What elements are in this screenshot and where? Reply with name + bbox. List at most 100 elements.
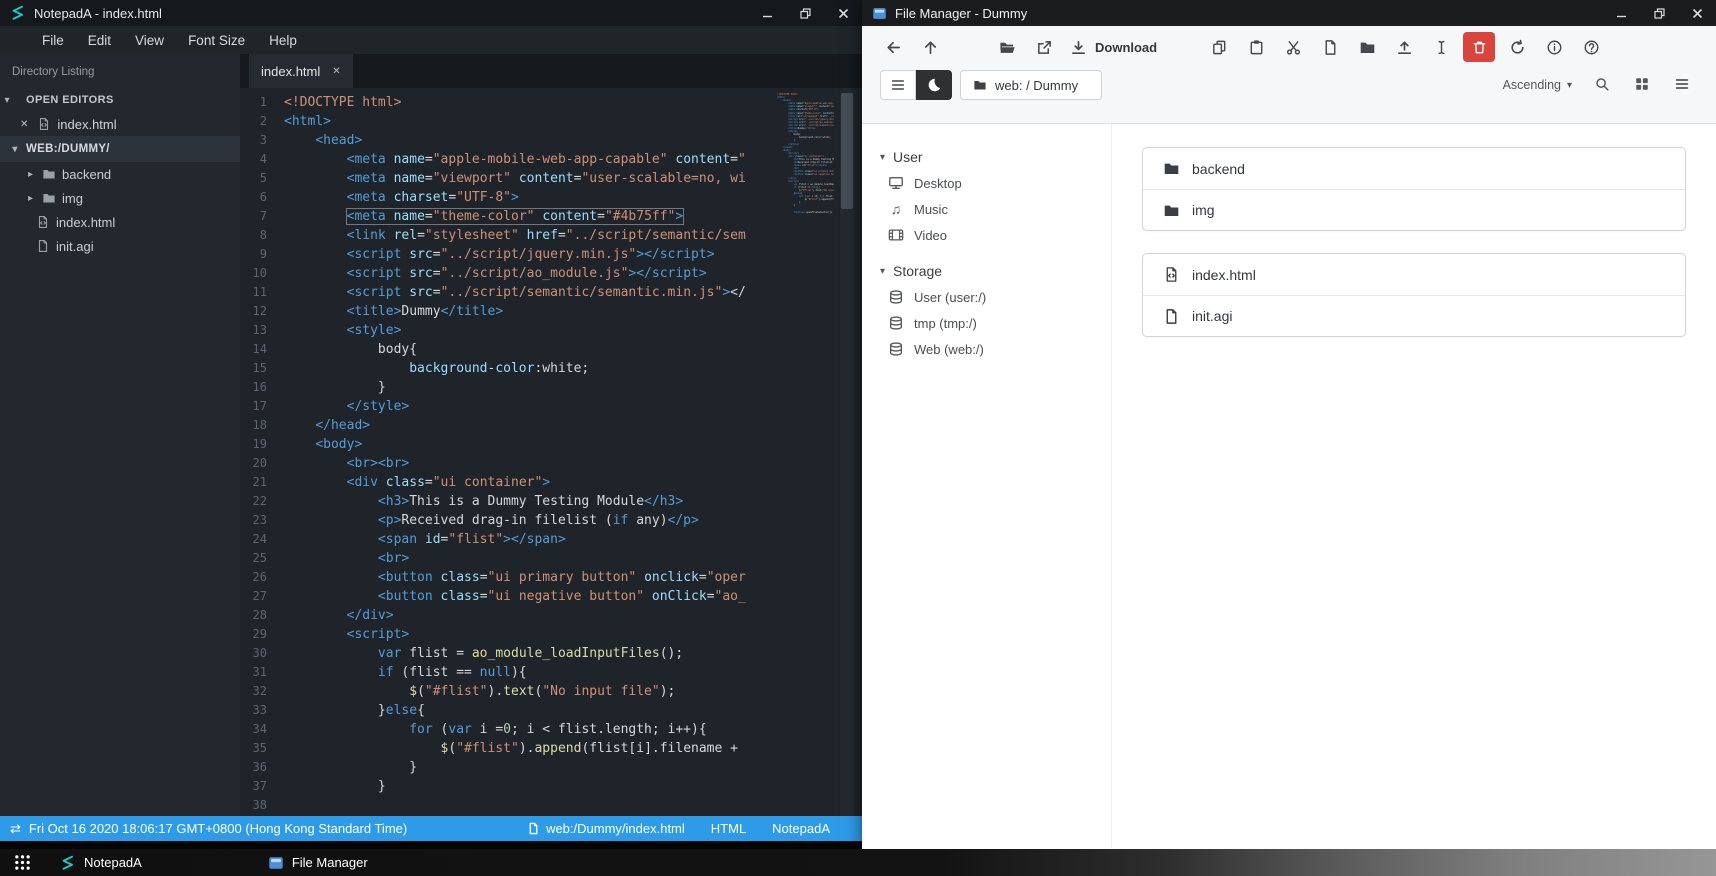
sidebar-item-desktop[interactable]: Desktop [862, 170, 1111, 196]
folder-icon [1163, 160, 1180, 177]
download-button[interactable]: Download [1066, 32, 1161, 62]
list-view-button[interactable] [1674, 76, 1692, 94]
menu-view[interactable]: View [123, 26, 176, 54]
section-user[interactable]: ▾ User [862, 144, 1111, 170]
restore-button[interactable] [786, 0, 824, 26]
fm-sidebar: ▾ User Desktop ♫ Music Video ▾ Storage User (use… [862, 124, 1112, 848]
minimap[interactable]: <!DOCTYPE html> <html> <head> <meta name=… [777, 93, 834, 253]
taskbar-item-label: NotepadA [84, 855, 142, 870]
status-file-path: web:/Dummy/index.html [546, 821, 685, 836]
code-line: 30 var flist = ao_module_loadInputFiles(… [252, 646, 684, 661]
section-storage[interactable]: ▾ Storage [862, 258, 1111, 284]
delete-button[interactable] [1463, 32, 1496, 62]
open-editors-label: OPEN EDITORS [26, 94, 114, 106]
sidebar-item-music[interactable]: ♫ Music [862, 196, 1111, 222]
tree-item-backend[interactable]: ▸ backend [0, 162, 240, 186]
tab-close-icon[interactable]: ✕ [332, 66, 340, 77]
code-editor[interactable]: index.html ✕ 1 <!DOCTYPE html> 2 <html> 3 <h… [240, 54, 862, 816]
close-icon[interactable]: ✕ [20, 119, 28, 130]
up-button[interactable] [915, 32, 945, 62]
fm-view-controls: Ascending ▾ [1503, 76, 1692, 94]
restore-button[interactable] [1640, 0, 1678, 26]
grid-view-button[interactable] [1634, 76, 1652, 94]
file-row-init-agi[interactable]: init.agi [1143, 295, 1685, 336]
open-editor-item[interactable]: ✕ index.html [0, 112, 240, 136]
taskbar-item-file-manager[interactable]: File Manager [268, 855, 368, 871]
search-button[interactable] [1594, 76, 1612, 94]
sidebar-item-tmp[interactable]: tmp (tmp:/) [862, 310, 1111, 336]
file-row-backend[interactable]: backend [1143, 148, 1685, 189]
code-line: 18 </head> [252, 418, 371, 433]
file-row-img[interactable]: img [1143, 189, 1685, 230]
new-file-button[interactable] [1315, 32, 1345, 62]
tree-item-index-html[interactable]: index.html [0, 210, 240, 234]
code-line: 36 } [252, 760, 418, 775]
menu-button[interactable] [880, 70, 916, 100]
tab-index-html[interactable]: index.html ✕ [249, 54, 353, 88]
rename-button[interactable] [1426, 32, 1456, 62]
open-in-new-button[interactable] [1029, 32, 1059, 62]
minimize-button[interactable] [748, 0, 786, 26]
list-icon [1674, 76, 1690, 92]
open-editor-label: index.html [57, 116, 117, 132]
editor-scrollbar[interactable] [840, 88, 854, 816]
file-name: backend [1192, 160, 1245, 177]
statusbar-right: web:/Dummy/index.html HTML NotepadA [527, 821, 852, 836]
open-editors-section[interactable]: ▾ OPEN EDITORS [0, 88, 240, 112]
copy-button[interactable] [1204, 32, 1234, 62]
code-lines[interactable]: 1 <!DOCTYPE html> 2 <html> 3 <head> 4 <meta n… [240, 88, 777, 816]
sidebar-item-user[interactable]: User (user:/) [862, 284, 1111, 310]
sidebar-item-label: Video [914, 227, 948, 243]
paste-button[interactable] [1241, 32, 1271, 62]
minimize-button[interactable] [1602, 0, 1640, 26]
code-line: 23 <p>Received drag-in filelist (if any)… [252, 513, 699, 528]
close-button[interactable] [1678, 0, 1716, 26]
sort-dropdown[interactable]: Ascending ▾ [1503, 78, 1572, 92]
chevron-right-icon: ▸ [28, 168, 34, 180]
code-line: 26 <button class="ui primary button" onc… [252, 570, 746, 585]
status-appname: NotepadA [772, 821, 830, 836]
back-button[interactable] [878, 32, 908, 62]
sidebar-item-web[interactable]: Web (web:/) [862, 336, 1111, 362]
tree-item-init-agi[interactable]: init.agi [0, 234, 240, 258]
sidebar-item-video[interactable]: Video [862, 222, 1111, 248]
file-icon [527, 822, 540, 835]
menu-file[interactable]: File [30, 26, 76, 54]
menu-font-size[interactable]: Font Size [176, 26, 257, 54]
window-controls [748, 0, 862, 26]
upload-button[interactable] [1389, 32, 1419, 62]
sync-icon: ⇄ [10, 820, 21, 836]
status-language[interactable]: HTML [711, 821, 746, 836]
filemanager-body: ▾ User Desktop ♫ Music Video ▾ Storage User (use… [862, 124, 1716, 848]
launcher-button[interactable] [12, 853, 32, 873]
path-bar[interactable]: web: / Dummy [960, 70, 1102, 100]
cut-button[interactable] [1278, 32, 1308, 62]
scrollbar-thumb[interactable] [841, 93, 853, 209]
taskbar-item-notepada[interactable]: NotepadA [60, 855, 142, 871]
code-line: 27 <button class="ui negative button" on… [252, 589, 746, 604]
dark-mode-button[interactable] [916, 70, 952, 100]
workspace-header[interactable]: ▾ WEB:/DUMMY/ [0, 136, 240, 162]
menu-edit[interactable]: Edit [76, 26, 123, 54]
grid-icon [1634, 76, 1650, 92]
menu-help[interactable]: Help [257, 26, 309, 54]
file-name: index.html [1192, 266, 1256, 283]
scissors-icon [1285, 39, 1302, 56]
refresh-button[interactable] [1502, 32, 1532, 62]
refresh-icon [1509, 39, 1526, 56]
help-button[interactable] [1576, 32, 1606, 62]
new-folder-button[interactable] [1352, 32, 1382, 62]
info-button[interactable] [1539, 32, 1569, 62]
open-folder-button[interactable] [992, 32, 1022, 62]
code-line: 35 $("#flist").append(flist[i].filename … [252, 741, 746, 756]
code-line: 25 <br> [252, 551, 410, 566]
file-icon [1163, 308, 1180, 325]
tree-item-img[interactable]: ▸ img [0, 186, 240, 210]
file-row-index-html[interactable]: index.html [1143, 254, 1685, 295]
close-button[interactable] [824, 0, 862, 26]
notepada-main: Directory Listing ▾ OPEN EDITORS ✕ index… [0, 54, 862, 816]
code-line: 4 <meta name="apple-mobile-web-app-capab… [259, 152, 746, 167]
notepada-statusbar: ⇄ Fri Oct 16 2020 18:06:17 GMT+0800 (Hon… [0, 816, 862, 841]
fm-toolbar-secondary: web: / Dummy Ascending ▾ [862, 68, 1716, 102]
status-file[interactable]: web:/Dummy/index.html [527, 821, 685, 836]
